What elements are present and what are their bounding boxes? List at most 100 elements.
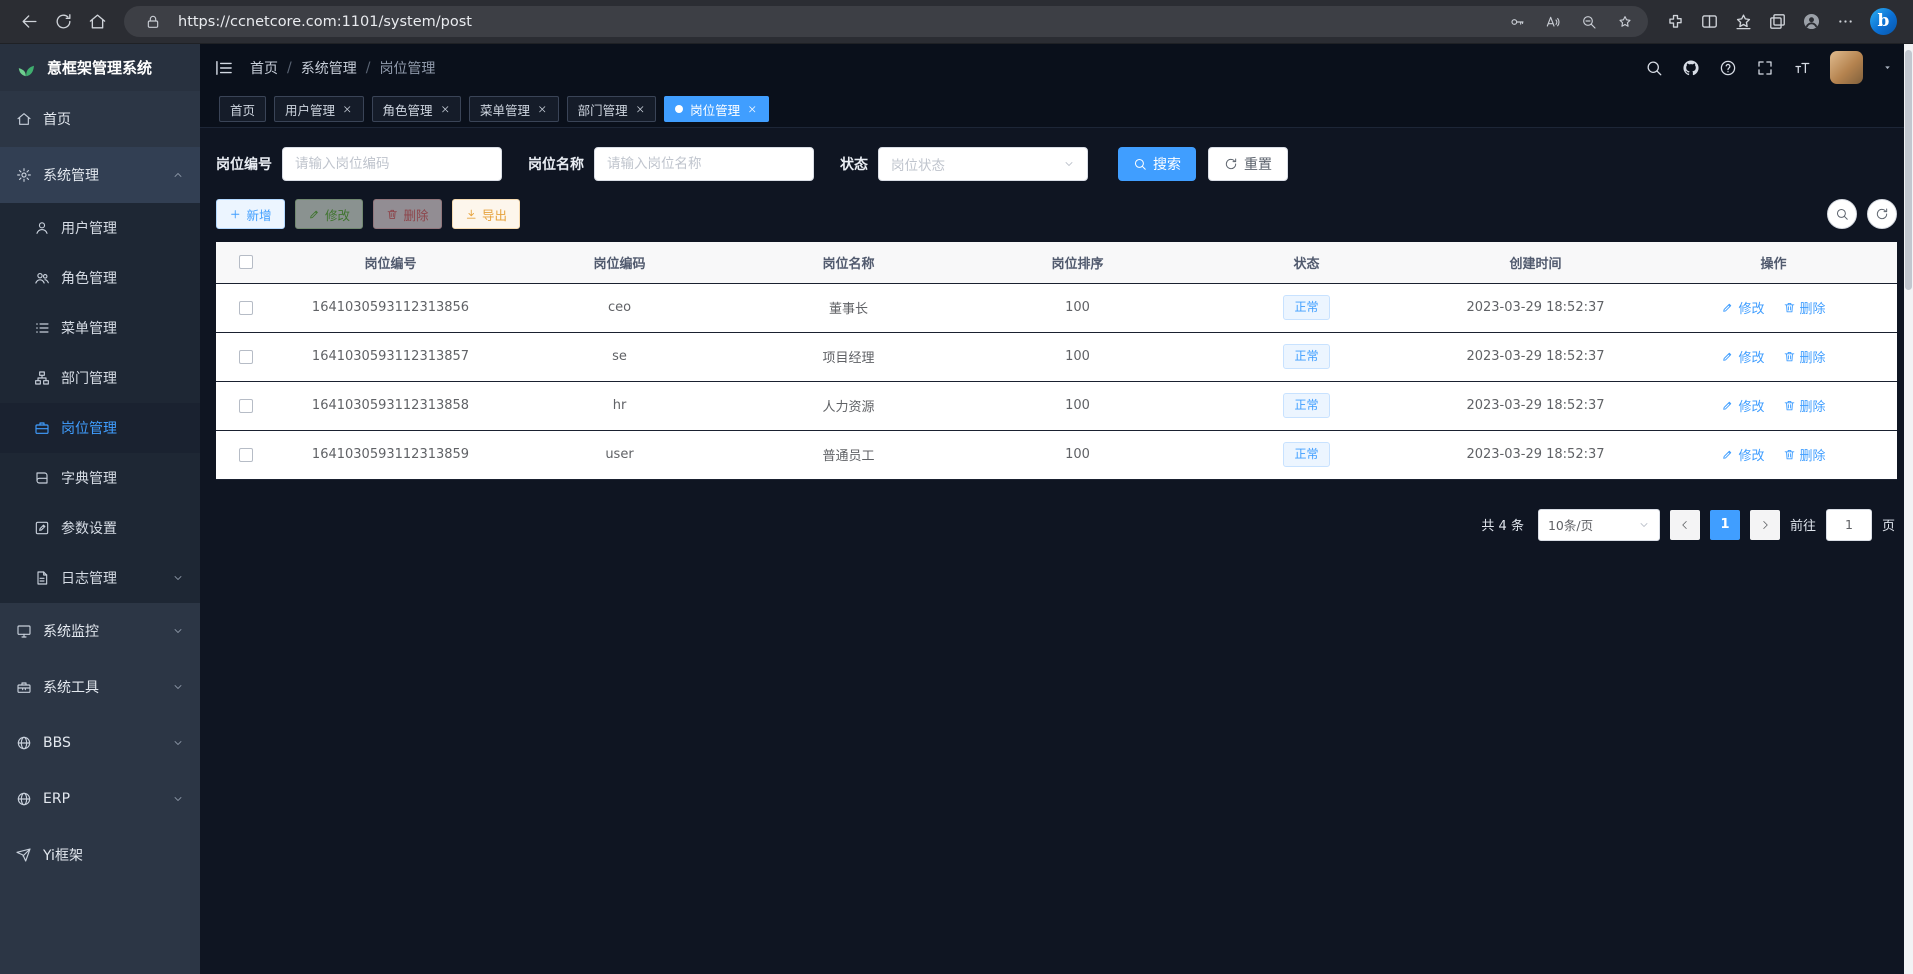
url-text[interactable]: https://ccnetcore.com:1101/system/post — [178, 14, 1496, 30]
app: 意框架管理系统 首页系统管理用户管理角色管理菜单管理部门管理岗位管理字典管理参数… — [0, 44, 1913, 974]
submenu-item-4[interactable]: 岗位管理 — [0, 403, 200, 453]
tab-5[interactable]: 岗位管理 — [664, 96, 769, 122]
favorites-icon[interactable] — [1726, 5, 1760, 39]
status-cell: 正常 — [1192, 283, 1421, 332]
sidebar-item-3[interactable]: 系统工具 — [0, 659, 200, 715]
caret-down-icon[interactable] — [1882, 62, 1893, 73]
home-icon[interactable] — [80, 5, 114, 39]
row-checkbox[interactable] — [239, 448, 253, 462]
delete-link[interactable]: 删除 — [1783, 396, 1826, 415]
refresh-table-button[interactable] — [1867, 199, 1897, 229]
menu-item-label: BBS — [43, 735, 71, 751]
collections-icon[interactable] — [1760, 5, 1794, 39]
close-icon[interactable] — [537, 104, 548, 115]
read-aloud-icon[interactable] — [1538, 8, 1568, 36]
sidebar-item-1[interactable]: 系统管理 — [0, 147, 200, 203]
prev-page-button[interactable] — [1670, 510, 1700, 540]
row-checkbox[interactable] — [239, 301, 253, 315]
status-select[interactable]: 岗位状态 — [878, 147, 1088, 181]
add-button[interactable]: 新增 — [216, 199, 285, 229]
post-sort-cell: 100 — [963, 381, 1192, 430]
delete-button: 删除 — [373, 199, 442, 229]
bing-icon[interactable] — [1870, 8, 1897, 35]
tab-4[interactable]: 部门管理 — [567, 96, 657, 122]
close-icon[interactable] — [635, 104, 646, 115]
edit-link[interactable]: 修改 — [1721, 347, 1764, 366]
row-checkbox[interactable] — [239, 399, 253, 413]
delete-link[interactable]: 删除 — [1783, 445, 1826, 464]
breadcrumb-item: 岗位管理 — [379, 58, 435, 78]
submenu-item-1[interactable]: 角色管理 — [0, 253, 200, 303]
posts-table: 岗位编号岗位编码岗位名称岗位排序状态创建时间操作 164103059311231… — [216, 242, 1897, 480]
breadcrumb-item[interactable]: 首页 — [250, 58, 278, 78]
close-icon[interactable] — [747, 104, 758, 115]
header-search-icon[interactable] — [1645, 59, 1663, 77]
post-code-cell: user — [505, 430, 734, 479]
submenu-item-3[interactable]: 部门管理 — [0, 353, 200, 403]
refresh-icon[interactable] — [46, 5, 80, 39]
profile-icon[interactable] — [1794, 5, 1828, 39]
extensions-icon[interactable] — [1658, 5, 1692, 39]
submenu-item-7[interactable]: 日志管理 — [0, 553, 200, 603]
sidebar-item-5[interactable]: ERP — [0, 771, 200, 827]
toggle-search-button[interactable] — [1827, 199, 1857, 229]
back-icon[interactable] — [12, 5, 46, 39]
post-name-input[interactable] — [594, 147, 814, 181]
close-icon[interactable] — [342, 104, 353, 115]
post-code-input[interactable] — [282, 147, 502, 181]
delete-link[interactable]: 删除 — [1783, 347, 1826, 366]
active-tab-dot — [675, 105, 683, 113]
next-page-button[interactable] — [1750, 510, 1780, 540]
page-size-select[interactable]: 10条/页 — [1538, 509, 1660, 541]
tabs-bar: 首页用户管理角色管理菜单管理部门管理岗位管理 — [200, 91, 1913, 128]
submenu-item-6[interactable]: 参数设置 — [0, 503, 200, 553]
sidebar-toggle-icon[interactable] — [214, 58, 234, 78]
tab-0[interactable]: 首页 — [219, 96, 266, 122]
edit-link[interactable]: 修改 — [1721, 445, 1764, 464]
edit-link[interactable]: 修改 — [1721, 396, 1764, 415]
post-code-cell: ceo — [505, 283, 734, 332]
help-icon[interactable] — [1719, 59, 1737, 77]
submenu-item-2[interactable]: 菜单管理 — [0, 303, 200, 353]
sidebar-item-4[interactable]: BBS — [0, 715, 200, 771]
submenu-item-5[interactable]: 字典管理 — [0, 453, 200, 503]
reset-button[interactable]: 重置 — [1208, 147, 1288, 181]
fullscreen-icon[interactable] — [1756, 59, 1774, 77]
globe-icon — [16, 735, 32, 751]
split-screen-icon[interactable] — [1692, 5, 1726, 39]
tab-3[interactable]: 菜单管理 — [469, 96, 559, 122]
menu-item-label: 角色管理 — [61, 268, 117, 288]
page-number-button[interactable]: 1 — [1710, 510, 1740, 540]
sidebar-item-0[interactable]: 首页 — [0, 91, 200, 147]
create-time-cell: 2023-03-29 18:52:37 — [1421, 381, 1650, 430]
submenu-item-0[interactable]: 用户管理 — [0, 203, 200, 253]
sidebar-item-2[interactable]: 系统监控 — [0, 603, 200, 659]
row-checkbox[interactable] — [239, 350, 253, 364]
select-all-checkbox[interactable] — [239, 255, 253, 269]
delete-icon — [1783, 448, 1796, 461]
edit-link[interactable]: 修改 — [1721, 298, 1764, 317]
site-info-lock-icon[interactable] — [138, 8, 168, 36]
scrollbar-thumb[interactable] — [1905, 50, 1912, 290]
password-key-icon[interactable] — [1502, 8, 1532, 36]
breadcrumb-item[interactable]: 系统管理 — [301, 58, 357, 78]
tab-1[interactable]: 用户管理 — [274, 96, 364, 122]
column-header-4: 状态 — [1192, 242, 1421, 283]
address-bar[interactable]: https://ccnetcore.com:1101/system/post — [124, 6, 1648, 37]
export-button[interactable]: 导出 — [452, 199, 521, 229]
settings-more-icon[interactable] — [1828, 5, 1862, 39]
delete-link[interactable]: 删除 — [1783, 298, 1826, 317]
status-badge: 正常 — [1283, 442, 1329, 467]
sidebar-item-6[interactable]: Yi框架 — [0, 827, 200, 883]
goto-page-input[interactable] — [1826, 509, 1872, 541]
favorite-add-icon[interactable] — [1610, 8, 1640, 36]
header-actions — [1645, 51, 1893, 84]
github-icon[interactable] — [1682, 59, 1700, 77]
avatar[interactable] — [1830, 51, 1863, 84]
tab-2[interactable]: 角色管理 — [372, 96, 462, 122]
page-scrollbar[interactable] — [1904, 44, 1913, 974]
close-icon[interactable] — [440, 104, 451, 115]
zoom-icon[interactable] — [1574, 8, 1604, 36]
font-size-icon[interactable] — [1793, 59, 1811, 77]
search-button[interactable]: 搜索 — [1118, 147, 1196, 181]
